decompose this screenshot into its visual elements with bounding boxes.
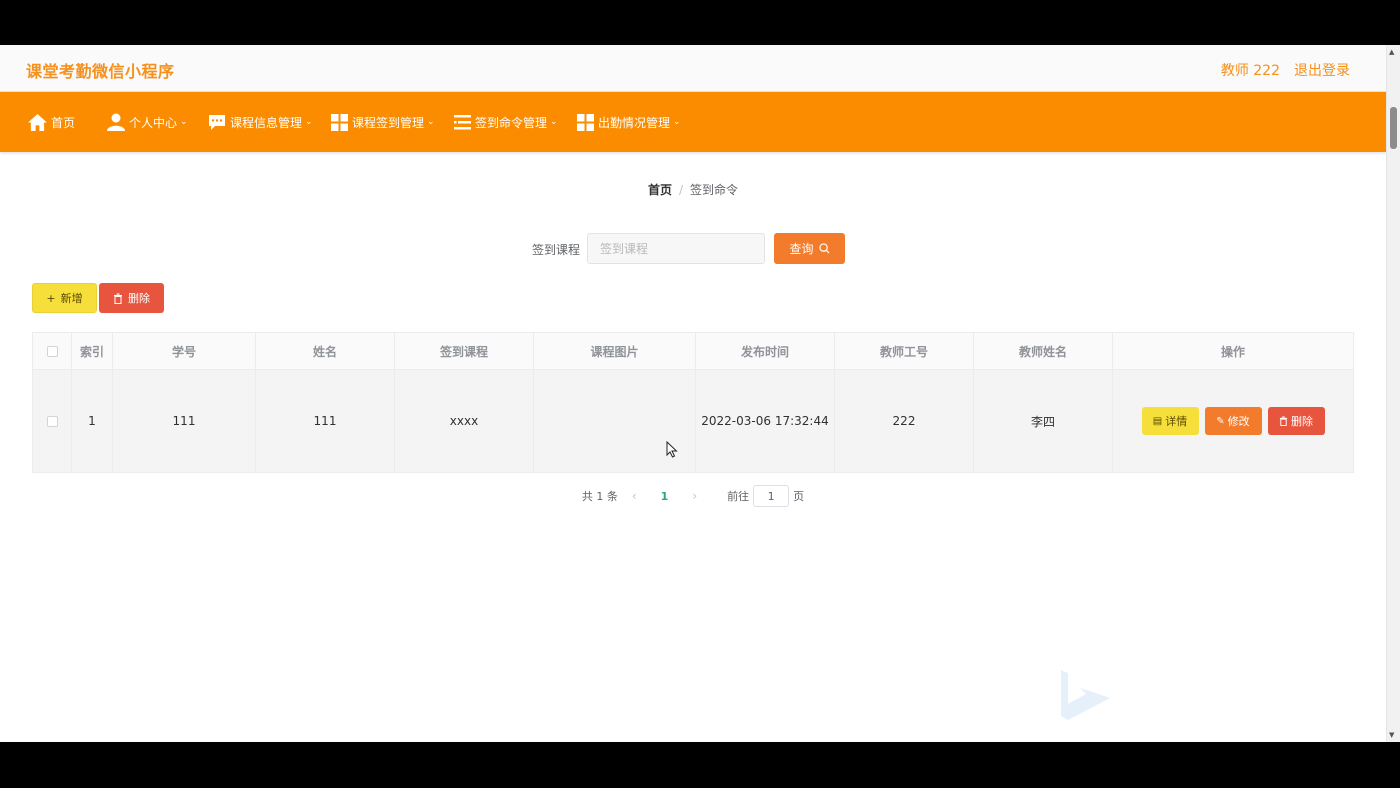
nav-item-attendance[interactable]: 出勤情况管理 ⌄ (577, 92, 681, 152)
nav-item-course-signin[interactable]: 课程签到管理 ⌄ (331, 92, 435, 152)
plus-icon: + (46, 291, 56, 305)
list-icon (454, 114, 471, 129)
query-button[interactable]: 查询 (774, 233, 845, 264)
search-label: 签到课程 (532, 243, 581, 257)
grid-icon (577, 113, 594, 131)
column-header: 学号 (113, 333, 256, 369)
edit-button[interactable]: ✎ 修改 (1204, 407, 1262, 435)
goto-page-input[interactable] (753, 485, 790, 507)
chevron-down-icon: ⌄ (180, 117, 188, 127)
column-header: 课程图片 (534, 333, 696, 369)
prev-page-icon[interactable]: ‹ (632, 489, 637, 503)
nav-item-course-info[interactable]: 课程信息管理 ⌄ (208, 92, 313, 152)
next-page-icon[interactable]: › (692, 489, 697, 503)
select-all-checkbox[interactable] (46, 345, 58, 357)
main-nav: 首页 个人中心 ⌄ 课程信息管理 ⌄ 课程签到管理 ⌄ 签到命令管理 ⌄ 出勤情… (0, 92, 1386, 152)
pagination-total: 共 1 条 (581, 490, 618, 503)
chevron-down-icon: ⌄ (427, 117, 435, 127)
chat-icon (209, 114, 225, 130)
breadcrumb-current: 签到命令 (690, 183, 739, 197)
row-delete-button[interactable]: 删除 (1267, 407, 1325, 435)
row-checkbox[interactable] (46, 415, 58, 427)
cell-name: 111 (256, 370, 395, 472)
row-delete-button-label: 删除 (1291, 415, 1313, 428)
column-header: 索引 (72, 333, 113, 369)
nav-label-attendance: 出勤情况管理 (598, 115, 671, 130)
pencil-icon: ✎ (1216, 415, 1225, 427)
cell-teacher-id: 222 (835, 370, 974, 472)
user-name: 教师 222 (1220, 63, 1280, 79)
scroll-down-icon[interactable]: ▼ (1389, 731, 1394, 739)
search-icon (818, 243, 830, 254)
user-icon (107, 113, 125, 131)
cell-course: xxxx (395, 370, 534, 472)
document-icon: ▤ (1152, 415, 1163, 427)
chevron-down-icon: ⌄ (673, 117, 681, 127)
scroll-thumb[interactable] (1390, 107, 1397, 149)
watermark-logo (1061, 670, 1110, 720)
vertical-scrollbar[interactable]: ▲ ▼ (1386, 45, 1400, 742)
cell-index: 1 (72, 370, 113, 472)
column-header: 教师工号 (835, 333, 974, 369)
grid-icon (331, 113, 348, 131)
scroll-up-icon[interactable]: ▲ (1389, 48, 1394, 56)
table-row: 1 111 111 xxxx 2022-03-06 17:32:44 222 李… (33, 370, 1353, 472)
search-input[interactable] (587, 233, 765, 264)
breadcrumb-home[interactable]: 首页 (648, 183, 672, 197)
cell-student-id: 111 (113, 370, 256, 472)
delete-button[interactable]: 删除 (99, 283, 164, 313)
trash-icon (114, 293, 122, 304)
top-header: 课堂考勤微信小程序 教师 222 退出登录 (0, 45, 1386, 92)
nav-item-signin-command[interactable]: 签到命令管理 ⌄ (454, 92, 558, 152)
header-checkbox-cell (33, 333, 72, 369)
nav-item-home[interactable]: 首页 (28, 92, 75, 152)
chevron-down-icon: ⌄ (550, 117, 558, 127)
nav-label-home: 首页 (51, 115, 76, 130)
nav-item-personal-center[interactable]: 个人中心 ⌄ (107, 92, 188, 152)
column-header: 操作 (1220, 344, 1245, 359)
goto-label: 前往 (727, 490, 750, 503)
column-header: 发布时间 (696, 333, 835, 369)
add-button-label: 新增 (60, 292, 83, 305)
data-table: 索引 学号 姓名 签到课程 课程图片 发布时间 教师工号 教师姓名 操作 1 1… (32, 332, 1354, 473)
nav-label-course-signin: 课程签到管理 (352, 115, 425, 130)
row-checkbox-cell (33, 370, 72, 472)
add-button[interactable]: + 新增 (32, 283, 97, 313)
breadcrumb-separator: / (678, 183, 684, 197)
column-header: 教师姓名 (974, 333, 1113, 369)
page-number[interactable]: 1 (661, 490, 669, 503)
nav-label-signin-command: 签到命令管理 (475, 115, 548, 130)
detail-button-label: 详情 (1165, 415, 1188, 428)
breadcrumb: 首页 / 签到命令 (0, 181, 1386, 198)
chevron-down-icon: ⌄ (305, 117, 313, 127)
table-header: 索引 学号 姓名 签到课程 课程图片 发布时间 教师工号 教师姓名 操作 (33, 333, 1353, 370)
trash-icon (1279, 416, 1288, 426)
query-button-label: 查询 (789, 242, 814, 256)
logout-link[interactable]: 退出登录 (1294, 60, 1350, 80)
column-header: 姓名 (256, 333, 395, 369)
mouse-cursor-icon (666, 441, 678, 458)
app-title: 课堂考勤微信小程序 (26, 62, 175, 81)
cell-teacher-name: 李四 (974, 370, 1113, 472)
delete-button-label: 删除 (128, 292, 150, 305)
pagination: 共 1 条 ‹ 1 › 前往 页 (0, 485, 1386, 507)
detail-button[interactable]: ▤ 详情 (1141, 407, 1199, 435)
app-window: 课堂考勤微信小程序 教师 222 退出登录 首页 个人中心 ⌄ 课程信息管理 ⌄… (0, 45, 1400, 742)
cell-actions: ▤ 详情 ✎ 修改 删除 (1113, 370, 1353, 472)
nav-label-course-info: 课程信息管理 (230, 115, 303, 130)
column-header: 签到课程 (395, 333, 534, 369)
edit-button-label: 修改 (1227, 415, 1250, 428)
nav-label-personal-center: 个人中心 (129, 115, 178, 130)
home-icon (28, 113, 47, 131)
page-suffix: 页 (793, 490, 805, 503)
cell-publish-time: 2022-03-06 17:32:44 (696, 370, 835, 472)
